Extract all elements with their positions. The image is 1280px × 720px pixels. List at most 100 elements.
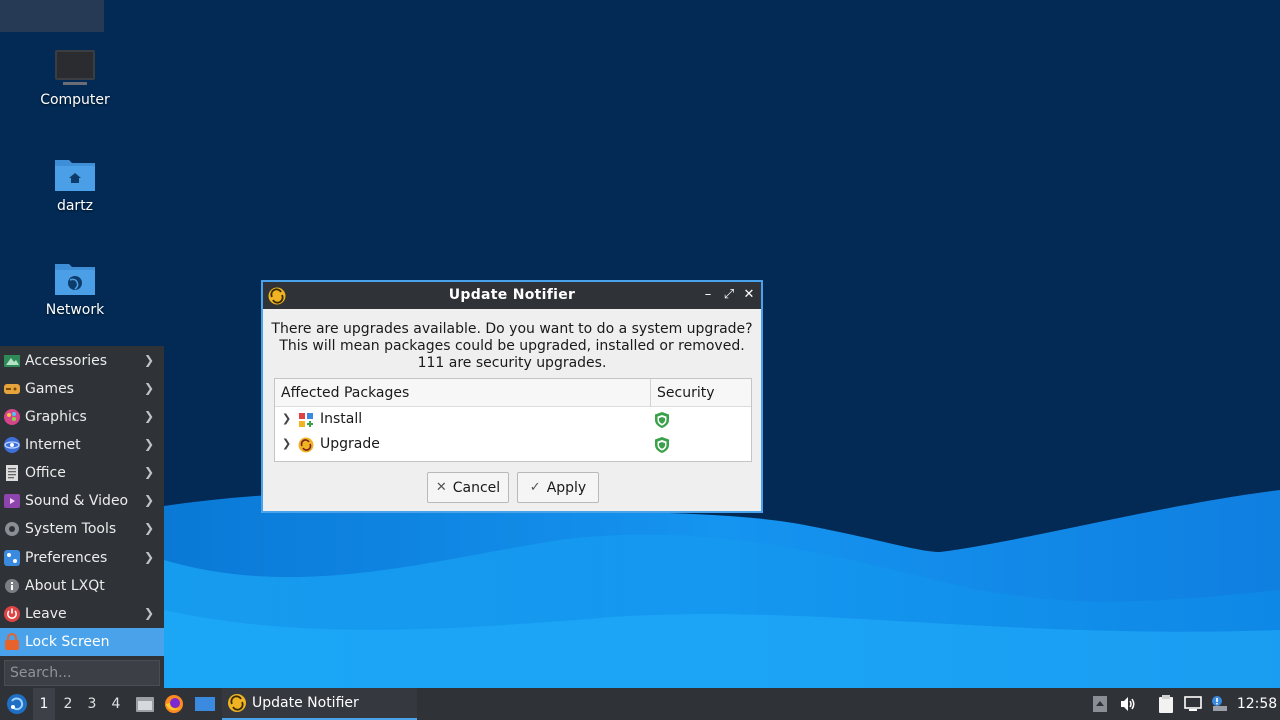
dialog-message: There are upgrades available. Do you wan… bbox=[263, 321, 761, 372]
workspace-3[interactable]: 3 bbox=[81, 688, 103, 720]
checkmark-icon: ✓ bbox=[529, 480, 541, 495]
application-menu: Accessories ❯ Games ❯ Graphics ❯ Interne… bbox=[0, 346, 164, 688]
sound-video-icon bbox=[4, 494, 20, 508]
message-line: This will mean packages could be upgrade… bbox=[279, 338, 745, 354]
tray-expand-button[interactable] bbox=[1090, 688, 1110, 720]
menu-search-input[interactable] bbox=[4, 660, 160, 686]
expand-arrow-icon[interactable]: ❯ bbox=[282, 437, 291, 450]
taskbar-task-update-notifier[interactable]: Update Notifier bbox=[222, 688, 417, 720]
menu-item-preferences[interactable]: Preferences ❯ bbox=[0, 544, 164, 572]
network-button[interactable] bbox=[1182, 688, 1204, 720]
message-line: There are upgrades available. Do you wan… bbox=[271, 321, 753, 337]
desktop-icon-label: Computer bbox=[40, 92, 110, 108]
chevron-right-icon: ❯ bbox=[143, 493, 154, 507]
games-icon bbox=[4, 384, 20, 394]
desktop-icon-label: dartz bbox=[56, 198, 94, 214]
menu-item-accessories[interactable]: Accessories ❯ bbox=[0, 347, 164, 375]
lock-icon bbox=[5, 633, 19, 650]
chevron-right-icon: ❯ bbox=[143, 437, 154, 451]
table-row-install[interactable]: ❯ Install bbox=[275, 408, 751, 433]
show-desktop-button[interactable] bbox=[192, 688, 218, 720]
shield-check-icon bbox=[655, 437, 669, 453]
desktop-icon-computer[interactable]: Computer bbox=[20, 48, 130, 108]
chevron-right-icon: ❯ bbox=[143, 521, 154, 535]
update-notification-button[interactable] bbox=[1208, 688, 1230, 720]
desktop-icon-network[interactable]: Network bbox=[20, 258, 130, 318]
accessories-icon bbox=[4, 355, 20, 367]
menu-item-leave[interactable]: Leave ❯ bbox=[0, 600, 164, 628]
network-folder-icon bbox=[55, 264, 95, 295]
dialog-title: Update Notifier bbox=[448, 287, 576, 303]
graphics-icon bbox=[4, 409, 20, 425]
preferences-icon bbox=[4, 550, 20, 566]
office-icon bbox=[6, 465, 18, 481]
firefox-launcher[interactable] bbox=[162, 688, 186, 720]
desktop-top-left-panel bbox=[0, 0, 104, 32]
task-label: Update Notifier bbox=[252, 695, 359, 711]
clipboard-icon bbox=[1159, 695, 1173, 713]
table-row-upgrade[interactable]: ❯ Upgrade bbox=[275, 433, 751, 458]
home-folder-icon bbox=[55, 160, 95, 191]
expand-arrow-icon[interactable]: ❯ bbox=[282, 412, 291, 425]
chevron-right-icon: ❯ bbox=[143, 409, 154, 423]
menu-item-games[interactable]: Games ❯ bbox=[0, 375, 164, 403]
lxqt-logo-icon bbox=[7, 694, 27, 714]
menu-item-office[interactable]: Office ❯ bbox=[0, 459, 164, 487]
row-label: Install bbox=[320, 411, 363, 427]
maximize-icon[interactable]: ⤢ bbox=[720, 285, 738, 305]
workspace-4[interactable]: 4 bbox=[105, 688, 127, 720]
chevron-right-icon: ❯ bbox=[143, 550, 154, 564]
message-line: 111 are security upgrades. bbox=[417, 355, 607, 371]
update-notifier-dialog: Update Notifier – ⤢ ✕ There are upgrades… bbox=[261, 280, 763, 513]
computer-icon bbox=[55, 50, 95, 85]
workspace-2[interactable]: 2 bbox=[57, 688, 79, 720]
menu-item-internet[interactable]: Internet ❯ bbox=[0, 431, 164, 459]
column-header-security[interactable]: Security bbox=[650, 379, 751, 407]
chevron-right-icon: ❯ bbox=[143, 465, 154, 479]
upgrade-package-icon bbox=[298, 437, 314, 453]
network-icon bbox=[1184, 696, 1202, 711]
chevron-right-icon: ❯ bbox=[143, 606, 154, 620]
internet-icon bbox=[4, 437, 20, 453]
firefox-icon bbox=[165, 695, 183, 713]
table-header: Affected Packages Security bbox=[275, 379, 751, 407]
clipboard-button[interactable] bbox=[1155, 688, 1177, 720]
info-icon bbox=[5, 579, 19, 593]
column-header-affected-packages[interactable]: Affected Packages bbox=[275, 379, 650, 407]
file-manager-icon bbox=[136, 697, 154, 712]
desktop-icon bbox=[195, 697, 215, 711]
menu-item-about-lxqt[interactable]: About LXQt bbox=[0, 572, 164, 600]
chevron-right-icon: ❯ bbox=[143, 353, 154, 367]
menu-item-sound-video[interactable]: Sound & Video ❯ bbox=[0, 487, 164, 515]
apply-button-label: Apply bbox=[546, 479, 587, 496]
tray-arrow-icon bbox=[1093, 696, 1107, 712]
notification-icon bbox=[1212, 696, 1227, 711]
chevron-right-icon: ❯ bbox=[143, 381, 154, 395]
menu-item-graphics[interactable]: Graphics ❯ bbox=[0, 403, 164, 431]
power-icon bbox=[4, 606, 20, 622]
row-label: Upgrade bbox=[320, 436, 380, 452]
close-icon[interactable]: ✕ bbox=[740, 285, 758, 305]
clock[interactable]: 12:58 bbox=[1234, 688, 1280, 720]
system-tools-icon bbox=[5, 522, 19, 536]
volume-button[interactable] bbox=[1118, 688, 1138, 720]
affected-packages-table: Affected Packages Security ❯ Install ❯ U… bbox=[274, 378, 752, 462]
cancel-button-label: Cancel bbox=[452, 479, 501, 496]
workspace-1[interactable]: 1 bbox=[33, 688, 55, 720]
minimize-icon[interactable]: – bbox=[699, 285, 717, 305]
update-notifier-icon bbox=[228, 694, 246, 712]
shield-check-icon bbox=[655, 412, 669, 428]
menu-item-system-tools[interactable]: System Tools ❯ bbox=[0, 515, 164, 543]
volume-icon bbox=[1121, 697, 1135, 711]
main-menu-button[interactable] bbox=[4, 688, 30, 720]
cancel-button[interactable]: ✕ Cancel bbox=[427, 472, 509, 503]
apply-button[interactable]: ✓ Apply bbox=[517, 472, 599, 503]
dialog-titlebar[interactable]: Update Notifier – ⤢ ✕ bbox=[263, 282, 761, 309]
desktop-icon-home[interactable]: dartz bbox=[20, 154, 130, 214]
desktop-icon-label: Network bbox=[45, 302, 105, 318]
taskbar: 1 2 3 4 Update Notifier 12:58 bbox=[0, 688, 1280, 720]
file-manager-launcher[interactable] bbox=[133, 688, 157, 720]
install-package-icon bbox=[299, 413, 313, 427]
menu-item-lock-screen[interactable]: Lock Screen bbox=[0, 628, 164, 656]
close-icon: ✕ bbox=[435, 480, 447, 495]
